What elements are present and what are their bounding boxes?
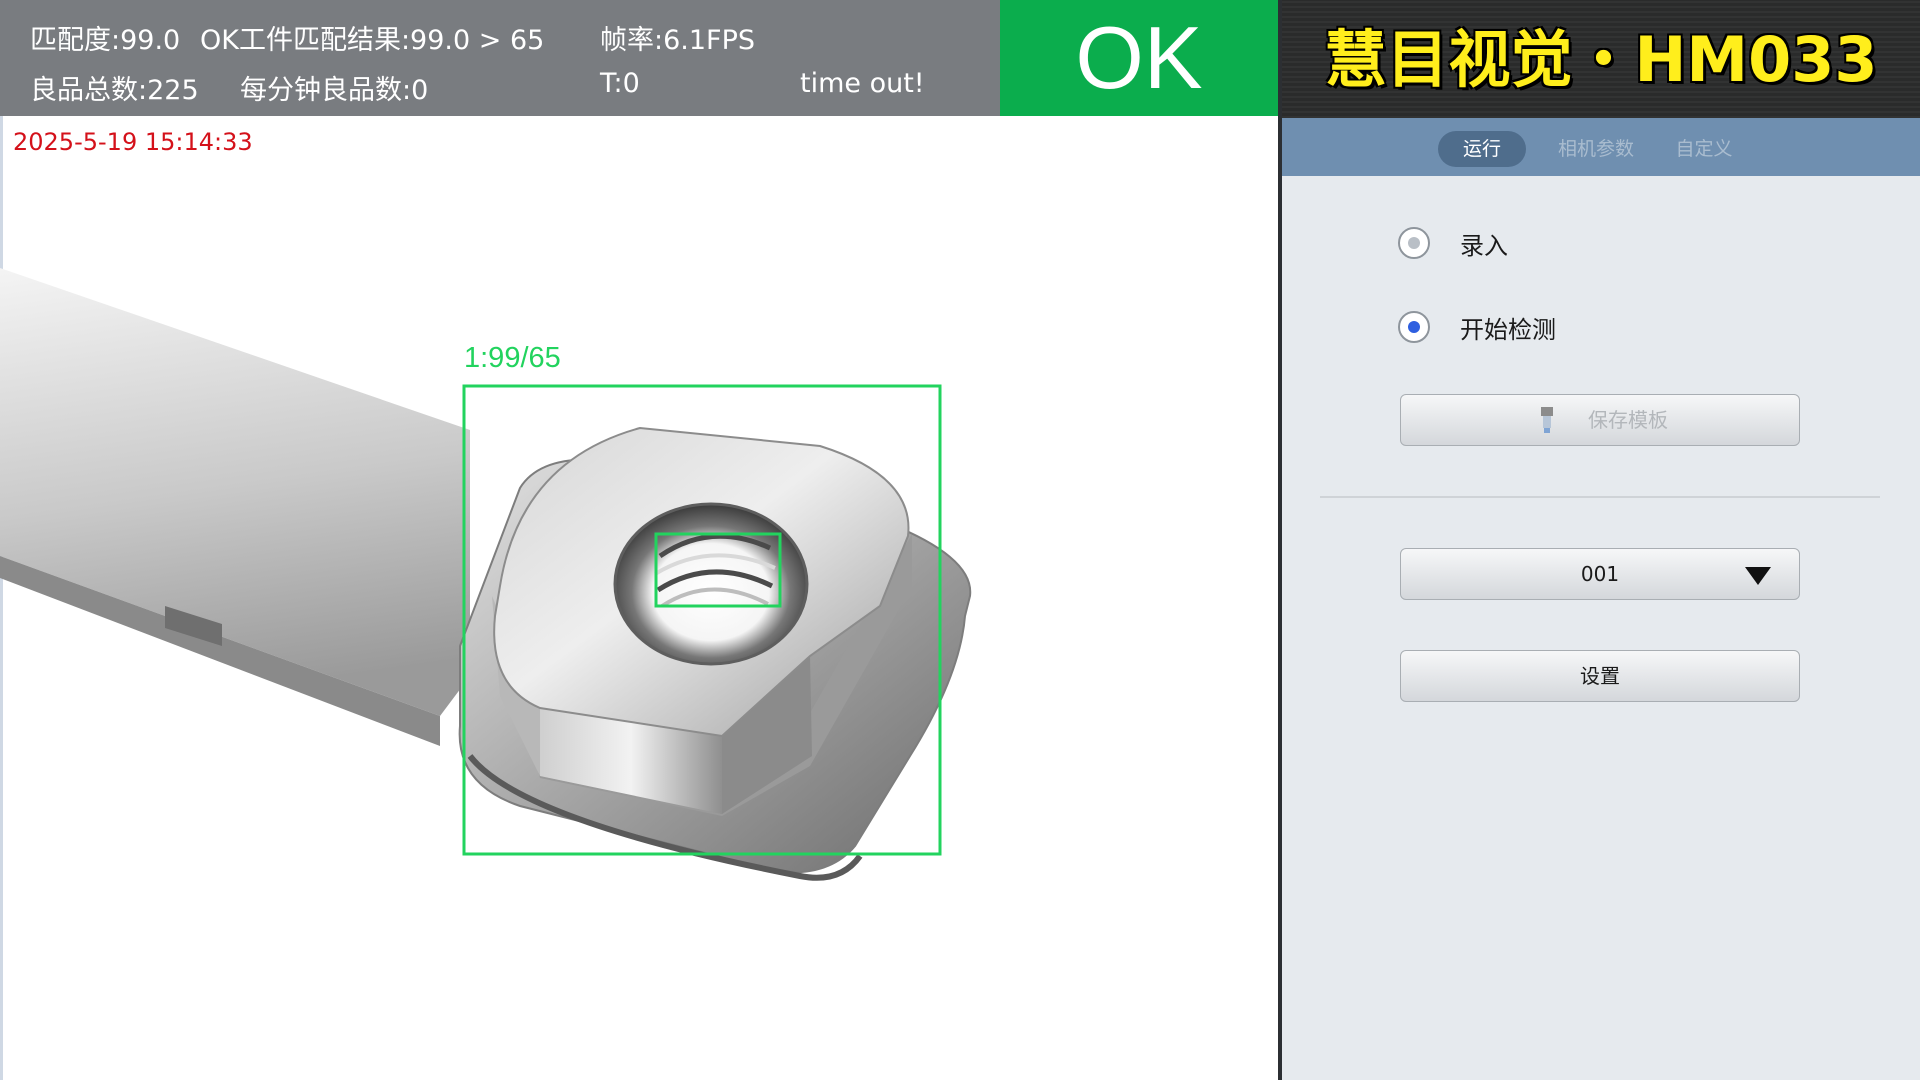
good-total-readout: 良品总数:225 xyxy=(30,75,199,106)
part-thread-hole xyxy=(613,502,809,666)
radio-start-control[interactable] xyxy=(1398,311,1430,343)
radio-record-control[interactable] xyxy=(1398,227,1430,259)
result-indicator: OK xyxy=(1000,0,1278,116)
brand-banner: 慧目视觉・HM033 xyxy=(1282,0,1920,118)
tab-bar: 运行 相机参数 自定义 xyxy=(1282,118,1920,176)
match-score-readout: 匹配度:99.0 xyxy=(30,25,181,56)
save-template-button[interactable]: 保存模板 xyxy=(1400,394,1800,446)
camera-view: 2025-5-19 15:14:33 1:99/65 xyxy=(0,116,1278,1080)
radio-record-dot xyxy=(1408,237,1420,249)
save-template-label: 保存模板 xyxy=(1588,408,1668,432)
settings-button[interactable]: 设置 xyxy=(1400,650,1800,702)
result-text: OK xyxy=(1075,8,1203,107)
brand-title: 慧目视觉・HM033 xyxy=(1324,23,1878,96)
radio-record[interactable]: 录入 xyxy=(1398,223,1508,263)
ok-match-result-readout: OK工件匹配结果:99.0 > 65 xyxy=(200,25,545,56)
radio-start-detection[interactable]: 开始检测 xyxy=(1398,307,1556,347)
template-select-dropdown[interactable]: 001 xyxy=(1400,548,1800,600)
status-bar: 匹配度:99.0 OK工件匹配结果:99.0 > 65 帧率:6.1FPS 良品… xyxy=(0,0,1000,116)
radio-start-label: 开始检测 xyxy=(1460,315,1556,344)
settings-label: 设置 xyxy=(1580,664,1620,688)
inspected-part-image xyxy=(0,268,972,881)
template-select-value: 001 xyxy=(1580,562,1620,586)
chevron-down-icon xyxy=(1745,567,1771,585)
match-score-label: 1:99/65 xyxy=(464,342,561,374)
tab-camera-params[interactable]: 相机参数 xyxy=(1546,131,1646,167)
timeout-readout: time out! xyxy=(800,68,925,99)
radio-start-dot xyxy=(1408,321,1420,333)
tab-run[interactable]: 运行 xyxy=(1438,131,1526,167)
t-value-readout: T:0 xyxy=(600,68,640,99)
good-per-minute-readout: 每分钟良品数:0 xyxy=(240,75,429,106)
section-divider xyxy=(1320,496,1880,498)
radio-record-label: 录入 xyxy=(1460,231,1508,260)
capture-timestamp: 2025-5-19 15:14:33 xyxy=(13,128,253,156)
tab-custom[interactable]: 自定义 xyxy=(1664,131,1744,167)
fps-readout: 帧率:6.1FPS xyxy=(600,25,755,56)
